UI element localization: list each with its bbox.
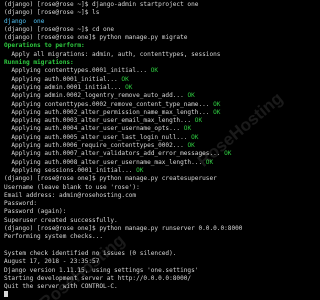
terminal-text: django (4, 17, 34, 25)
terminal-text: Password: (4, 200, 38, 208)
terminal-line: Quit the server with CONTROL-C. (4, 283, 295, 291)
terminal-line: Applying admin.0001_initial... OK (4, 84, 295, 92)
status-ok: OK (194, 117, 203, 125)
terminal-line: Applying auth.0004_alter_user_username_o… (4, 125, 295, 133)
terminal-text: Applying admin.0002_logentry_remove_auto… (4, 92, 188, 100)
status-ok: OK (121, 75, 129, 83)
terminal-line: (django) [rose@rose one]$ python manage.… (4, 34, 295, 42)
terminal-line: Password: (4, 200, 295, 208)
terminal-text: System check identified no issues (0 sil… (4, 249, 177, 257)
terminal-text: (django) [rose@rose one]$ python manage.… (4, 34, 188, 42)
terminal-line: Applying admin.0002_logentry_remove_auto… (4, 92, 295, 100)
terminal-line: Applying auth.0001_initial... OK (4, 76, 295, 84)
terminal-line: django one (4, 18, 295, 26)
terminal-text: Applying auth.0007_alter_validators_add_… (4, 150, 225, 158)
terminal-line: (django) [rose@rose one]$ python manage.… (4, 175, 295, 183)
status-ok: OK (136, 166, 144, 174)
terminal-text: Applying sessions.0001_initial... (4, 166, 137, 174)
terminal-text: (django) [rose@rose one]$ python manage.… (4, 225, 243, 233)
terminal-text: Quit the server with CONTROL-C. (4, 283, 118, 291)
terminal-text: Applying auth.0001_initial... (4, 75, 122, 83)
terminal-text: Django version 1.11.15, using settings '… (4, 266, 199, 274)
terminal-text: Applying auth.0006_require_contenttypes_… (4, 142, 188, 150)
status-ok: OK (125, 83, 133, 91)
terminal-text: Applying contenttypes.0001_initial... (4, 67, 151, 75)
terminal-text: Password (again): (4, 208, 67, 216)
terminal-line: Performing system checks... (4, 233, 295, 241)
terminal-text: Starting development server at http://0.… (4, 274, 192, 282)
terminal-line: August 17, 2018 - 23:35:57 (4, 258, 295, 266)
terminal-text: one (33, 17, 45, 25)
status-ok: OK (187, 142, 195, 150)
terminal-text: Applying contenttypes.0002_remove_conten… (4, 100, 214, 108)
terminal-line: Superuser created successfully. (4, 217, 295, 225)
terminal-line: Applying auth.0003_alter_user_email_max_… (4, 117, 295, 125)
status-ok: OK (213, 108, 221, 116)
terminal-line: Operations to perform: (4, 42, 295, 50)
terminal-line: Django version 1.11.15, using settings '… (4, 267, 295, 275)
terminal-line: Applying auth.0006_require_contenttypes_… (4, 142, 295, 150)
terminal-text: Applying auth.0002_alter_permission_name… (4, 108, 214, 116)
terminal-text: Applying admin.0001_initial... (4, 83, 126, 91)
terminal-window[interactable]: (django) [rose@rose ~]$ django-admin sta… (0, 0, 295, 300)
terminal-line: Password (again): (4, 208, 295, 216)
terminal-line: (django) [rose@rose ~]$ cd one (4, 26, 295, 34)
terminal-text: Applying auth.0008_alter_user_username_m… (4, 158, 206, 166)
terminal-line: Running migrations: (4, 59, 295, 67)
terminal-line: Applying auth.0008_alter_user_username_m… (4, 159, 295, 167)
text-cursor (4, 291, 8, 298)
status-ok: OK (205, 158, 214, 166)
terminal-text: Email address: admin@rosehosting.com (4, 191, 137, 199)
terminal-text: Applying auth.0005_alter_user_last_login… (4, 133, 192, 141)
terminal-line: Applying sessions.0001_initial... OK (4, 167, 295, 175)
status-ok: OK (187, 92, 195, 100)
terminal-text: (django) [rose@rose ~]$ ls (4, 9, 100, 17)
terminal-line: Username (leave blank to use 'rose'): (4, 184, 295, 192)
status-ok: OK (224, 150, 232, 158)
terminal-text: Performing system checks... (4, 233, 104, 241)
status-ok: OK (150, 67, 159, 75)
terminal-text: Superuser created successfully. (4, 216, 118, 224)
terminal-text: Apply all migrations: admin, auth, conte… (4, 50, 221, 58)
terminal-line: Starting development server at http://0.… (4, 275, 295, 283)
status-ok: OK (183, 125, 192, 133)
terminal-line: Applying contenttypes.0002_remove_conten… (4, 101, 295, 109)
terminal-line: Applying auth.0002_alter_permission_name… (4, 109, 295, 117)
terminal-text: Applying auth.0004_alter_user_username_o… (4, 125, 184, 133)
terminal-text: (django) [rose@rose ~]$ django-admin sta… (4, 1, 199, 8)
terminal-line: (django) [rose@rose ~]$ ls (4, 9, 295, 17)
terminal-text: (django) [rose@rose one]$ python manage.… (4, 175, 217, 183)
terminal-text: Running migrations: (4, 59, 74, 67)
terminal-line: System check identified no issues (0 sil… (4, 250, 295, 258)
terminal-line: Apply all migrations: admin, auth, conte… (4, 51, 295, 59)
terminal-output: (django) [rose@rose ~]$ django-admin sta… (0, 0, 295, 300)
terminal-line: (django) [rose@rose one]$ python manage.… (4, 225, 295, 233)
terminal-line: Applying auth.0005_alter_user_last_login… (4, 134, 295, 142)
terminal-text: Username (leave blank to use 'rose'): (4, 183, 140, 191)
terminal-text: Applying auth.0003_alter_user_email_max_… (4, 117, 195, 125)
terminal-line: Email address: admin@rosehosting.com (4, 192, 295, 200)
terminal-line: Applying contenttypes.0001_initial... OK (4, 67, 295, 75)
terminal-line: (django) [rose@rose ~]$ django-admin sta… (4, 1, 295, 9)
terminal-line: Applying auth.0007_alter_validators_add_… (4, 150, 295, 158)
status-ok: OK (191, 133, 199, 141)
status-ok: OK (213, 100, 221, 108)
terminal-text: (django) [rose@rose ~]$ cd one (4, 25, 115, 33)
terminal-text: Operations to perform: (4, 42, 85, 50)
terminal-text: August 17, 2018 - 23:35:57 (4, 258, 100, 266)
terminal-prompt-line[interactable] (4, 291, 295, 299)
